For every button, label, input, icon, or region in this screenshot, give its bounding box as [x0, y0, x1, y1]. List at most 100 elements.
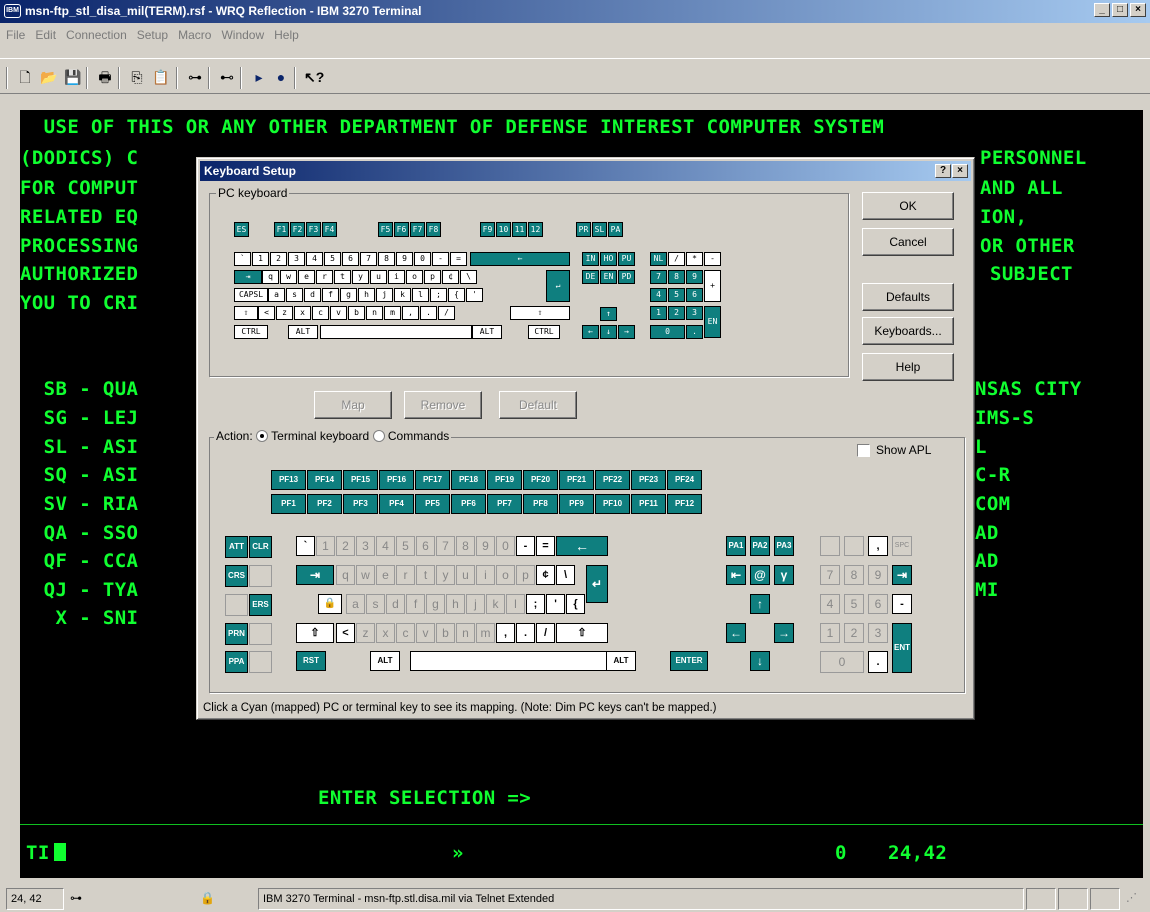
pc-numpad-key[interactable]: *	[686, 252, 703, 266]
pc-key-edit[interactable]: DE	[582, 270, 599, 284]
term-key-reset[interactable]: RST	[296, 651, 326, 671]
pc-key[interactable]: m	[384, 306, 401, 320]
close-button[interactable]: ×	[1130, 3, 1146, 17]
term-key-spc[interactable]: SPC	[892, 536, 912, 556]
term-key-arrow-right[interactable]: →	[774, 623, 794, 643]
term-key[interactable]: r	[396, 565, 415, 585]
pc-key-func[interactable]: SL	[592, 222, 607, 237]
term-key-blank[interactable]	[249, 623, 272, 645]
minimize-button[interactable]: _	[1094, 3, 1110, 17]
term-key[interactable]: s	[366, 594, 385, 614]
term-key-clr[interactable]: CLR	[249, 536, 272, 558]
pc-numpad-key[interactable]: .	[686, 325, 703, 339]
show-apl-checkbox[interactable]	[857, 444, 870, 457]
pc-key-edit[interactable]: EN	[600, 270, 617, 284]
term-key[interactable]: {	[566, 594, 585, 614]
pc-key-alt[interactable]: ALT	[288, 325, 318, 339]
pc-key-shift[interactable]: ⇧	[510, 306, 570, 320]
term-key[interactable]: u	[456, 565, 475, 585]
term-key[interactable]: g	[426, 594, 445, 614]
pc-key[interactable]: h	[358, 288, 375, 302]
pc-key-func[interactable]: F6	[394, 222, 409, 237]
pf-key[interactable]: PF8	[523, 494, 558, 514]
term-key[interactable]: ;	[526, 594, 545, 614]
pf-key[interactable]: PF24	[667, 470, 702, 490]
term-numpad-key[interactable]: 9	[868, 565, 888, 585]
term-key[interactable]: t	[416, 565, 435, 585]
dialog-close-button[interactable]: ×	[952, 164, 968, 178]
pc-key[interactable]: \	[460, 270, 477, 284]
pc-key-ctrl[interactable]: CTRL	[528, 325, 560, 339]
pf-key[interactable]: PF22	[595, 470, 630, 490]
pf-key[interactable]: PF16	[379, 470, 414, 490]
pc-numpad-key[interactable]: 2	[668, 306, 685, 320]
pc-key[interactable]: /	[438, 306, 455, 320]
term-key-pa[interactable]: PA2	[750, 536, 770, 556]
pc-key-func[interactable]: F7	[410, 222, 425, 237]
pc-key-capslock[interactable]: CAPSL	[234, 288, 268, 302]
play-macro-icon[interactable]: ▸	[250, 68, 268, 86]
pc-key[interactable]: z	[276, 306, 293, 320]
term-key[interactable]: 4	[376, 536, 395, 556]
term-key-backspace[interactable]: ←	[556, 536, 608, 556]
pc-key[interactable]: g	[340, 288, 357, 302]
pc-key[interactable]: ;	[430, 288, 447, 302]
pc-key-func[interactable]: ES	[234, 222, 249, 237]
term-key-att[interactable]: ATT	[225, 536, 248, 558]
term-key-crs[interactable]: CRS	[225, 565, 248, 587]
pf-key[interactable]: PF21	[559, 470, 594, 490]
term-key[interactable]: ,	[496, 623, 515, 643]
term-numpad-key[interactable]: 1	[820, 623, 840, 643]
term-key-blank[interactable]	[249, 565, 272, 587]
pc-key[interactable]: k	[394, 288, 411, 302]
pc-key-space[interactable]	[320, 325, 472, 339]
pc-key[interactable]: s	[286, 288, 303, 302]
pf-key[interactable]: PF7	[487, 494, 522, 514]
pc-key[interactable]: c	[312, 306, 329, 320]
term-key[interactable]: -	[516, 536, 535, 556]
menu-setup[interactable]: Setup	[137, 25, 168, 45]
pc-key-func[interactable]: 10	[496, 222, 511, 237]
maximize-button[interactable]: □	[1112, 3, 1128, 17]
term-key-arrow-up[interactable]: ↑	[750, 594, 770, 614]
term-numpad-key[interactable]: 5	[844, 594, 864, 614]
dialog-help-button[interactable]: ?	[935, 164, 951, 178]
term-key-nav[interactable]: γ	[774, 565, 794, 585]
pf-key[interactable]: PF15	[343, 470, 378, 490]
pc-key[interactable]: 2	[270, 252, 287, 266]
pc-numpad-key[interactable]: 3	[686, 306, 703, 320]
pc-key-edit[interactable]: PU	[618, 252, 635, 266]
pc-key-alt[interactable]: ALT	[472, 325, 502, 339]
pf-key[interactable]: PF4	[379, 494, 414, 514]
pc-key-func[interactable]: 11	[512, 222, 527, 237]
term-key-alt[interactable]: ALT	[606, 651, 636, 671]
term-key-fieldtab[interactable]: ⇥	[892, 565, 912, 585]
ibm-app-icon[interactable]: IBM	[4, 4, 21, 18]
term-numpad-key[interactable]: 3	[868, 623, 888, 643]
defaults-button[interactable]: Defaults	[862, 283, 954, 311]
term-key-blank[interactable]	[844, 536, 864, 556]
term-key[interactable]: -	[892, 594, 912, 614]
pc-numpad-key[interactable]: -	[704, 252, 721, 266]
pf-key[interactable]: PF9	[559, 494, 594, 514]
pc-numpad-key[interactable]: NL	[650, 252, 667, 266]
term-key[interactable]: `	[296, 536, 315, 556]
term-key[interactable]: q	[336, 565, 355, 585]
pc-key[interactable]: 8	[378, 252, 395, 266]
pf-key[interactable]: PF10	[595, 494, 630, 514]
pc-key[interactable]: n	[366, 306, 383, 320]
term-key[interactable]: 2	[336, 536, 355, 556]
term-key[interactable]: 0	[496, 536, 515, 556]
map-button[interactable]: Map	[314, 391, 392, 419]
connect-icon[interactable]: ⊶	[186, 68, 204, 86]
pc-numpad-key[interactable]: 7	[650, 270, 667, 284]
help-button[interactable]: Help	[862, 353, 954, 381]
pc-key[interactable]: .	[420, 306, 437, 320]
term-key[interactable]: =	[536, 536, 555, 556]
term-key-space[interactable]	[410, 651, 610, 671]
pf-key[interactable]: PF12	[667, 494, 702, 514]
pc-key[interactable]: f	[322, 288, 339, 302]
pc-key-arrow-left[interactable]: ←	[582, 325, 599, 339]
pc-key[interactable]: b	[348, 306, 365, 320]
pc-numpad-key[interactable]: EN	[704, 306, 721, 338]
